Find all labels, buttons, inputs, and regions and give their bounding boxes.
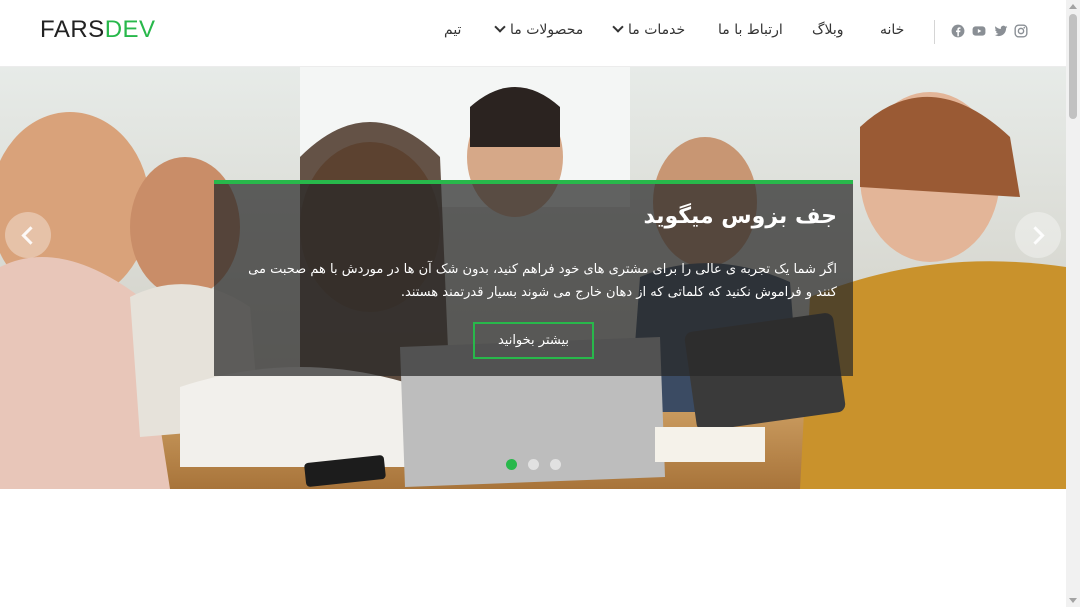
scroll-up-arrow-icon[interactable] — [1069, 4, 1077, 9]
twitter-icon[interactable] — [994, 23, 1008, 41]
site-header: FARSDEV خانه وبلاگ ارتباط با ما خدمات ما… — [0, 0, 1066, 67]
page-scrollbar[interactable] — [1066, 0, 1080, 607]
scrollbar-thumb[interactable] — [1069, 14, 1077, 119]
facebook-icon[interactable] — [951, 23, 965, 41]
nav-item-blog[interactable]: وبلاگ — [812, 22, 844, 38]
nav-item-team[interactable]: تیم — [444, 22, 461, 38]
nav-item-home[interactable]: خانه — [880, 22, 904, 38]
hero-slider: جف بزوس میگوید اگر شما یک تجربه ی عالی ر… — [0, 67, 1066, 489]
slider-dot-2[interactable] — [528, 459, 539, 470]
chevron-down-icon — [494, 21, 506, 33]
logo-accent-text: DEV — [104, 16, 156, 43]
logo-primary-text: FARS — [40, 16, 105, 43]
slider-dot-1[interactable] — [506, 459, 517, 470]
nav-item-products[interactable]: محصولات ما — [494, 21, 584, 38]
nav-item-contact[interactable]: ارتباط با ما — [718, 22, 783, 38]
slide-title: جف بزوس میگوید — [643, 204, 837, 229]
nav-item-services[interactable]: خدمات ما — [612, 21, 686, 38]
slider-prev-button[interactable] — [5, 212, 51, 258]
read-more-button[interactable]: بیشتر بخوانید — [473, 322, 594, 359]
site-logo[interactable]: FARSDEV — [40, 16, 156, 44]
nav-item-products-label: محصولات ما — [510, 22, 584, 38]
nav-item-services-label: خدمات ما — [628, 22, 686, 38]
slide-caption: جف بزوس میگوید اگر شما یک تجربه ی عالی ر… — [214, 180, 853, 376]
header-divider — [934, 20, 935, 44]
slider-dot-3[interactable] — [550, 459, 561, 470]
instagram-icon[interactable] — [1014, 23, 1028, 41]
chevron-down-icon — [612, 21, 624, 33]
scroll-down-arrow-icon[interactable] — [1069, 598, 1077, 603]
slider-next-button[interactable] — [1015, 212, 1061, 258]
slide-text: اگر شما یک تجربه ی عالی را برای مشتری ها… — [248, 262, 837, 300]
youtube-icon[interactable] — [972, 23, 986, 41]
